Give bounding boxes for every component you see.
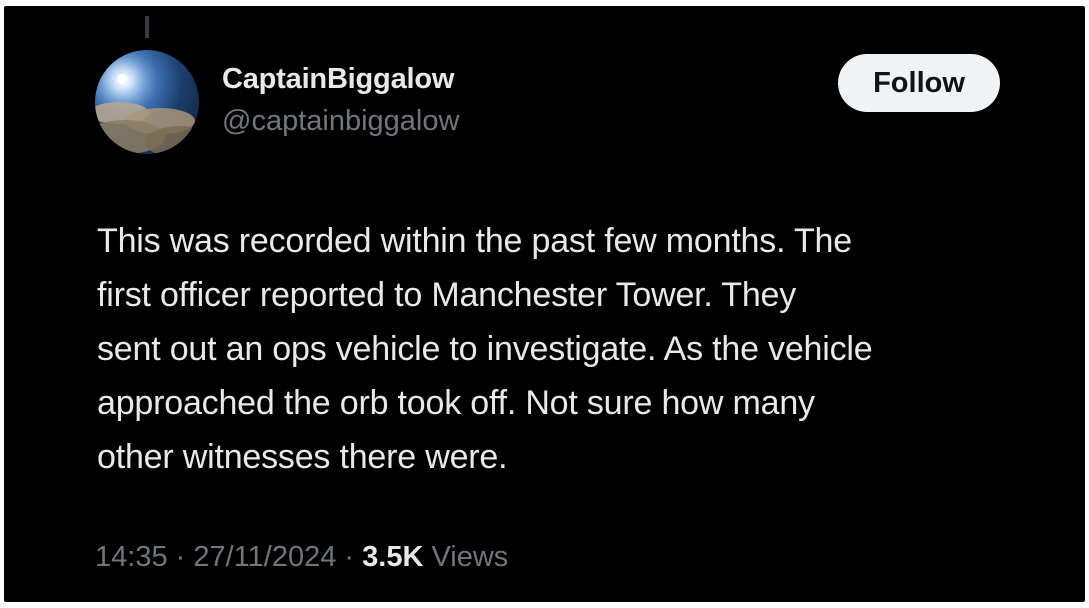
meta-separator: · [336, 541, 363, 573]
meta-separator: · [167, 541, 194, 573]
tweet-time[interactable]: 14:35 [95, 541, 168, 574]
follow-button[interactable]: Follow [838, 54, 1000, 112]
thread-connector-line [145, 16, 149, 38]
tweet-text-line: first officer reported to Manchester Tow… [97, 276, 797, 314]
tweet-text-line: sent out an ops vehicle to investigate. … [97, 330, 873, 368]
tweet-text: This was recorded within the past few mo… [97, 214, 1057, 484]
tweet-metadata: 14:35 · 27/11/2024 · 3.5K Views [95, 541, 508, 574]
tweet-card: CaptainBiggalow @captainbiggalow Follow … [4, 6, 1085, 602]
tweet-text-line: approached the orb took off. Not sure ho… [97, 384, 815, 422]
avatar-sun [117, 74, 127, 84]
tweet-text-line: This was recorded within the past few mo… [97, 222, 852, 260]
avatar[interactable] [95, 50, 199, 154]
tweet-date[interactable]: 27/11/2024 [193, 541, 336, 574]
views-label: Views [431, 541, 509, 573]
views-count: 3.5K [362, 541, 424, 573]
author-handle[interactable]: @captainbiggalow [222, 105, 459, 138]
tweet-text-line: other witnesses there were. [97, 438, 508, 476]
author-display-name[interactable]: CaptainBiggalow [222, 63, 454, 96]
